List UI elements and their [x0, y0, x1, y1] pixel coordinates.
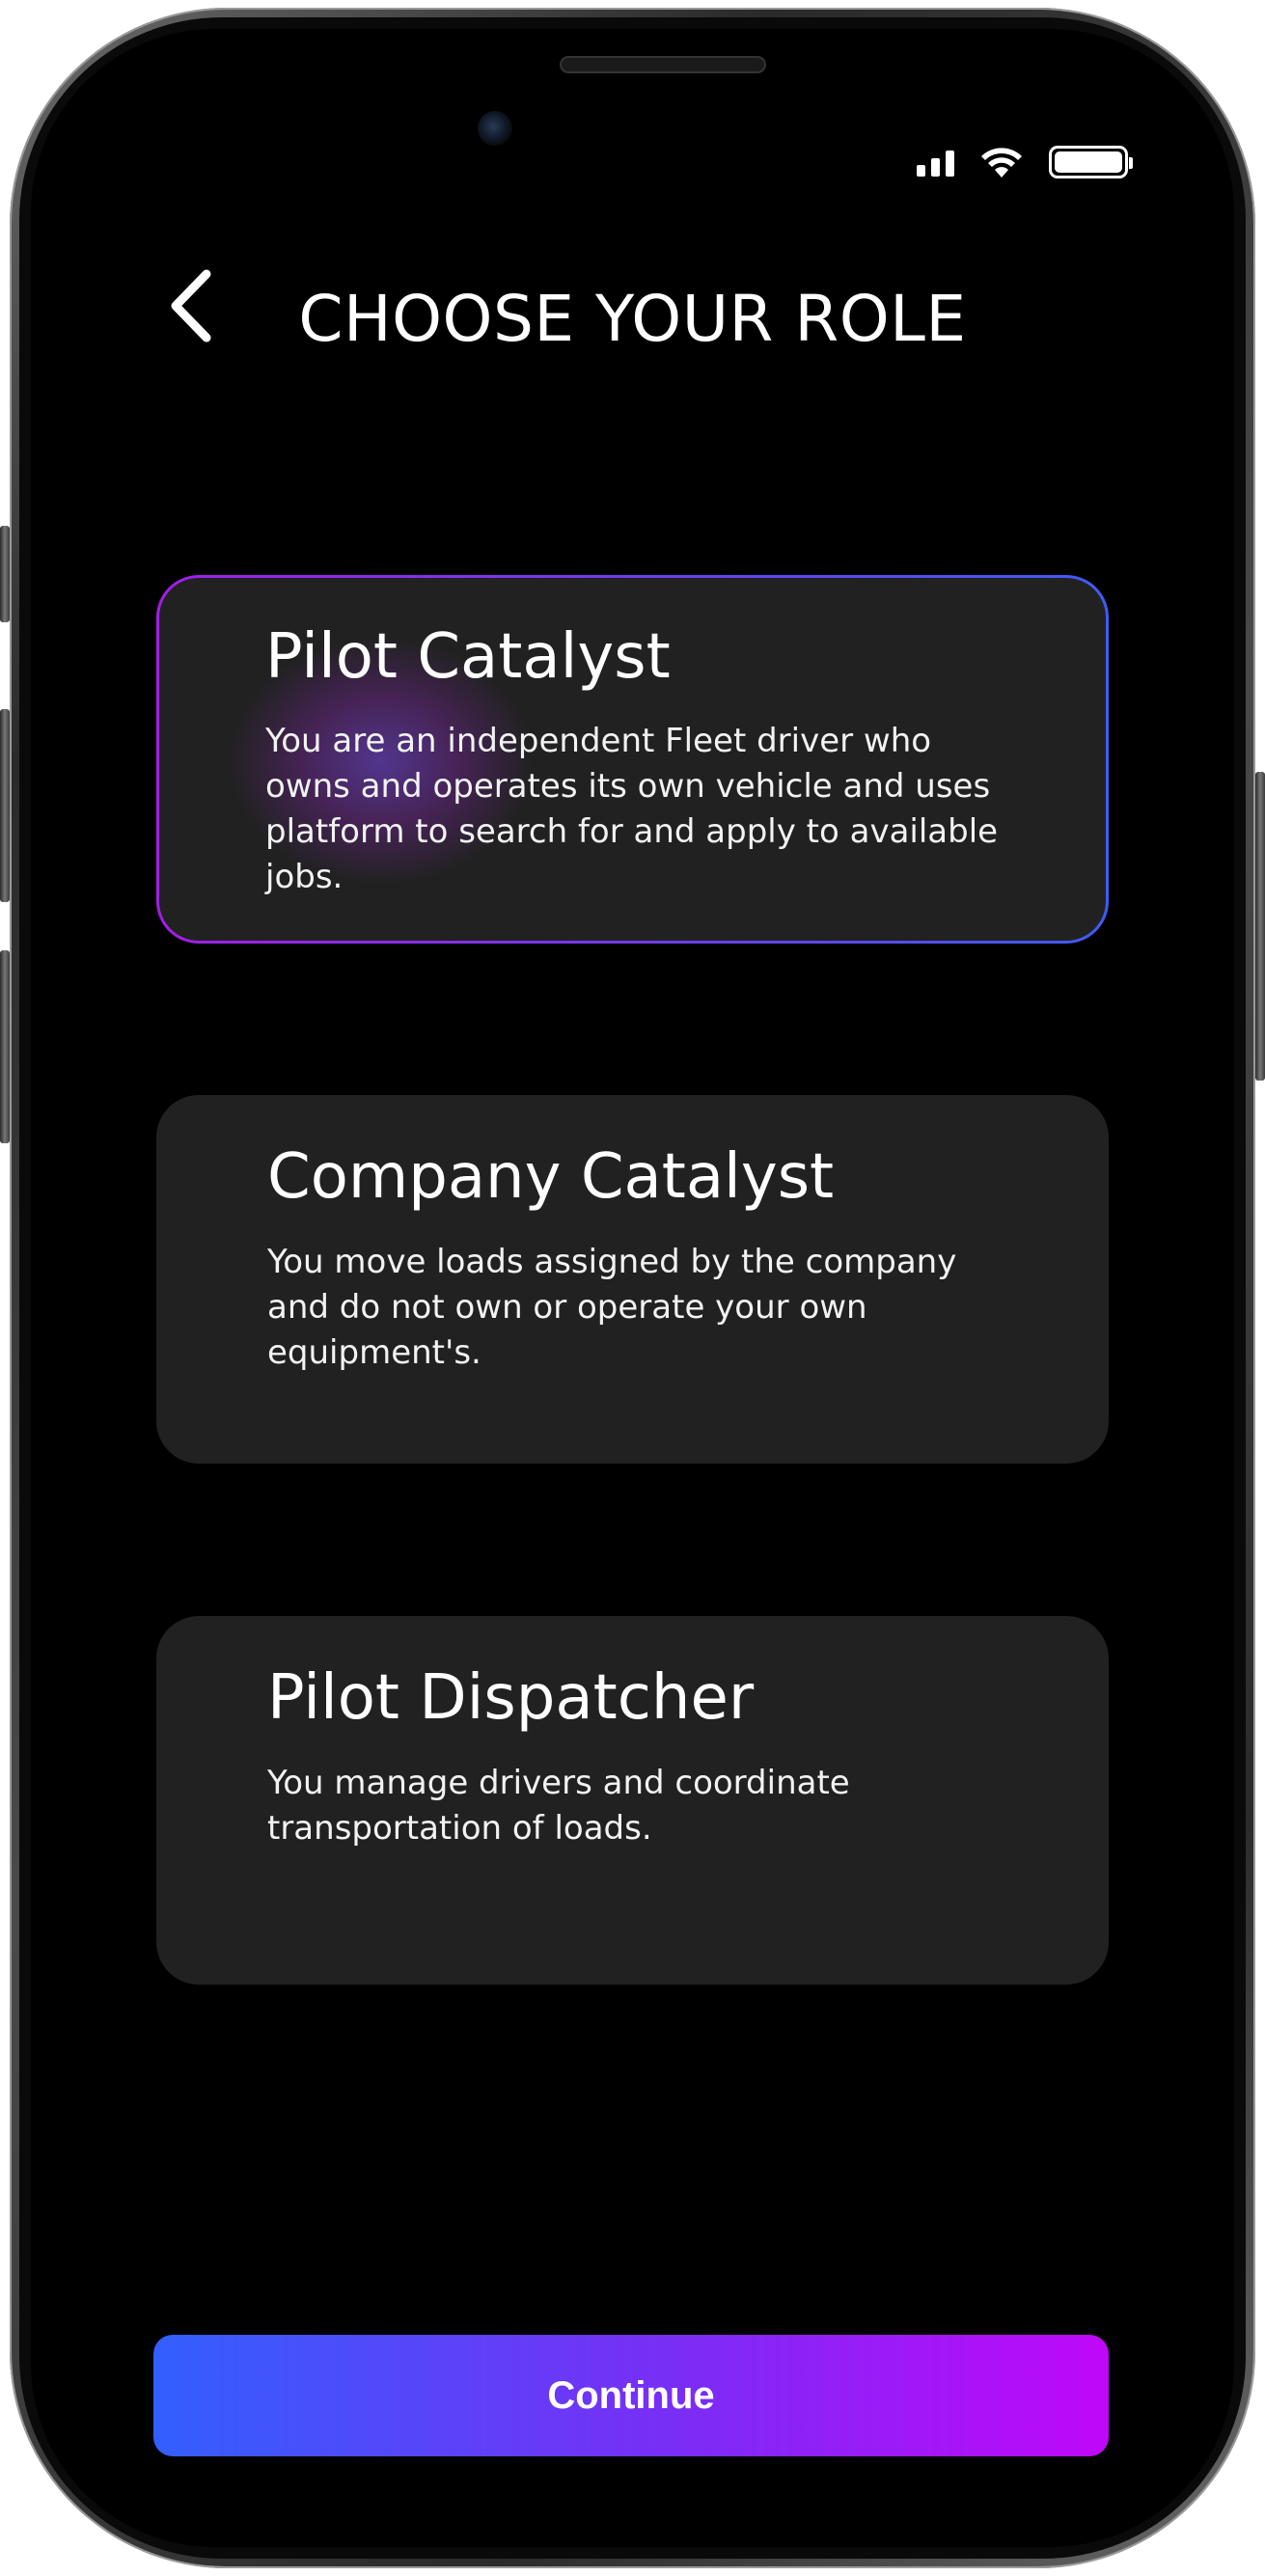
role-description: You are an independent Fleet driver who …	[265, 722, 999, 896]
speaker-grill	[560, 56, 766, 73]
role-title: Company Catalyst	[267, 1141, 835, 1213]
volume-up-button	[0, 709, 10, 902]
continue-button[interactable]: Continue	[153, 2335, 1109, 2456]
role-card-pilot-dispatcher[interactable]: Pilot Dispatcher You manage drivers and …	[156, 1616, 1109, 1985]
role-title: Pilot Dispatcher	[267, 1662, 755, 1734]
status-bar	[917, 145, 1133, 179]
wifi-icon	[981, 148, 1022, 178]
role-card-pilot-catalyst[interactable]: Pilot Catalyst You are an independent Fl…	[156, 575, 1109, 944]
role-title: Pilot Catalyst	[265, 621, 671, 693]
role-description: You manage drivers and coordinate transp…	[267, 1764, 850, 1848]
power-button	[1255, 772, 1265, 1081]
role-description: You move loads assigned by the company a…	[267, 1243, 957, 1372]
app-screen: CHOOSE YOUR ROLE Pilot Catalyst You are …	[31, 29, 1234, 2547]
page-title: CHOOSE YOUR ROLE	[298, 282, 967, 356]
cellular-signal-icon	[917, 148, 954, 177]
role-card-company-catalyst[interactable]: Company Catalyst You move loads assigned…	[156, 1095, 1109, 1464]
battery-icon	[1049, 146, 1133, 178]
front-camera	[478, 111, 512, 146]
mute-switch	[0, 526, 10, 622]
volume-down-button	[0, 950, 10, 1143]
